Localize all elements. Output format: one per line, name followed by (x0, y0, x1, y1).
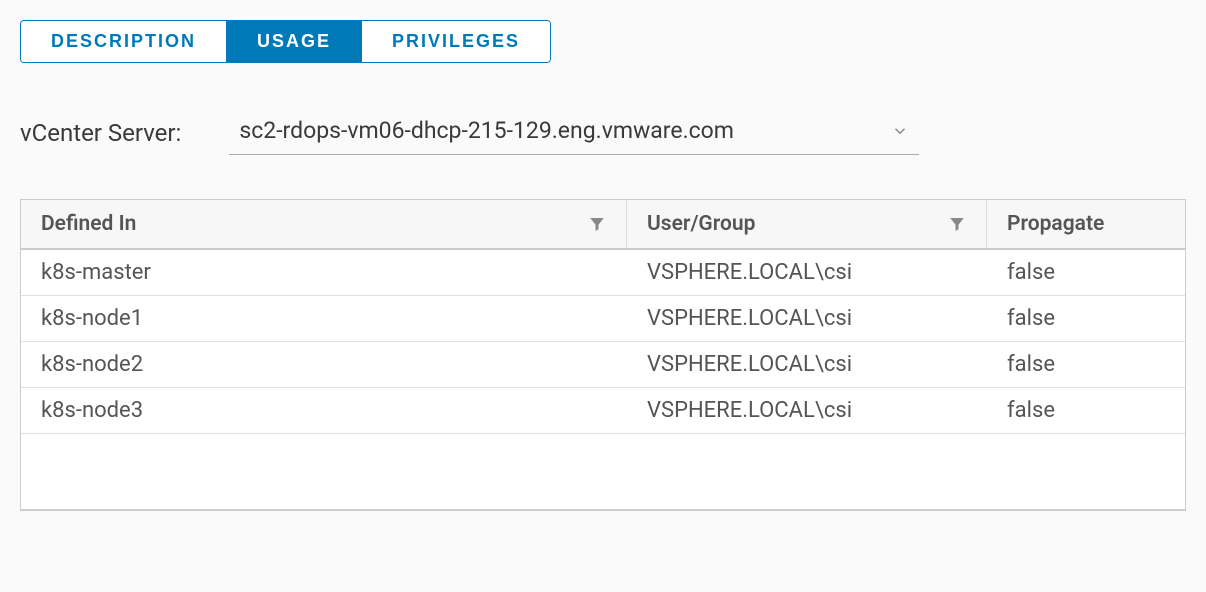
column-label: User/Group (647, 212, 755, 236)
filter-icon[interactable] (588, 215, 606, 233)
table-row[interactable]: k8s-node2VSPHERE.LOCAL\csifalse (21, 342, 1185, 388)
tab-usage[interactable]: USAGE (227, 21, 362, 62)
table-body: k8s-masterVSPHERE.LOCAL\csifalsek8s-node… (21, 250, 1185, 510)
table-header: Defined In User/Group Propagate (21, 200, 1185, 250)
column-header-user-group[interactable]: User/Group (627, 200, 987, 248)
cell-propagate: false (987, 342, 1185, 387)
table-row[interactable]: k8s-node3VSPHERE.LOCAL\csifalse (21, 388, 1185, 434)
cell-user-group: VSPHERE.LOCAL\csi (627, 388, 987, 433)
cell-defined-in: k8s-node2 (21, 342, 627, 387)
cell-propagate: false (987, 250, 1185, 295)
column-label: Propagate (1007, 212, 1104, 236)
cell-propagate: false (987, 388, 1185, 433)
column-header-defined-in[interactable]: Defined In (21, 200, 627, 248)
table-row[interactable]: k8s-node1VSPHERE.LOCAL\csifalse (21, 296, 1185, 342)
vcenter-selector-row: vCenter Server: sc2-rdops-vm06-dhcp-215-… (20, 111, 1186, 155)
column-header-propagate[interactable]: Propagate (987, 200, 1185, 248)
cell-user-group: VSPHERE.LOCAL\csi (627, 296, 987, 341)
vcenter-selected-value: sc2-rdops-vm06-dhcp-215-129.eng.vmware.c… (239, 117, 734, 144)
filter-icon[interactable] (948, 215, 966, 233)
cell-user-group: VSPHERE.LOCAL\csi (627, 250, 987, 295)
cell-defined-in: k8s-node3 (21, 388, 627, 433)
table-row[interactable]: k8s-masterVSPHERE.LOCAL\csifalse (21, 250, 1185, 296)
vcenter-label: vCenter Server: (20, 119, 181, 147)
vcenter-dropdown[interactable]: sc2-rdops-vm06-dhcp-215-129.eng.vmware.c… (229, 111, 919, 155)
cell-defined-in: k8s-master (21, 250, 627, 295)
usage-table: Defined In User/Group Propagate k8s-mast… (20, 199, 1186, 511)
cell-defined-in: k8s-node1 (21, 296, 627, 341)
chevron-down-icon (891, 122, 909, 140)
tab-privileges[interactable]: PRIVILEGES (362, 21, 550, 62)
cell-user-group: VSPHERE.LOCAL\csi (627, 342, 987, 387)
tab-description[interactable]: DESCRIPTION (21, 21, 227, 62)
column-label: Defined In (41, 212, 136, 236)
tab-bar: DESCRIPTION USAGE PRIVILEGES (20, 20, 551, 63)
cell-propagate: false (987, 296, 1185, 341)
